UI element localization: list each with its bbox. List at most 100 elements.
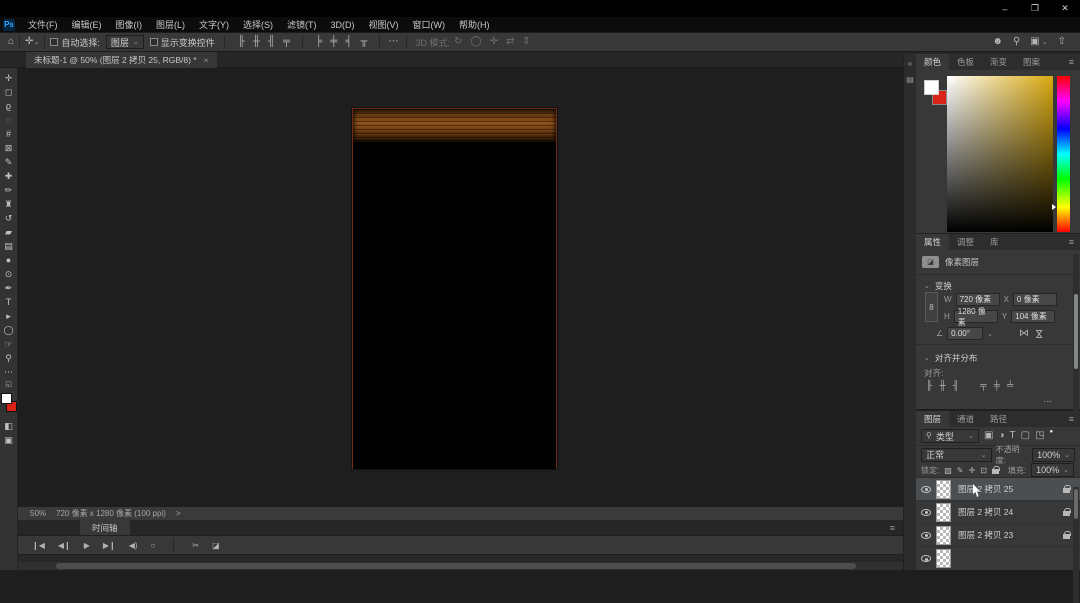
canvas-workspace[interactable]	[18, 68, 903, 506]
document-tab[interactable]: 未标题-1 @ 50% (图层 2 拷贝 25, RGB/8) * ×	[26, 52, 217, 68]
layer-thumbnail[interactable]	[936, 503, 951, 522]
distribute-right-icon[interactable]: ╡	[345, 37, 352, 47]
lock-pixels-icon[interactable]: ✎	[957, 466, 964, 475]
more-options-icon[interactable]: ⋯	[388, 37, 398, 47]
more-tools-icon[interactable]: ⋯	[2, 366, 16, 378]
eyedropper-tool[interactable]: ✎	[2, 156, 16, 168]
filter-type-icon[interactable]: T	[1010, 431, 1016, 441]
transition-button[interactable]: ◪	[212, 541, 220, 550]
layer-row[interactable]: 图层 2 拷贝 24	[916, 501, 1080, 524]
y-field[interactable]: 104 像素	[1011, 310, 1055, 323]
tab-channels[interactable]: 通道	[949, 411, 982, 427]
visibility-eye-icon[interactable]	[921, 555, 931, 562]
filter-pixel-icon[interactable]: ▣	[984, 431, 993, 441]
foreground-color-swatch[interactable]	[1, 393, 12, 404]
layer-thumbnail[interactable]	[936, 526, 951, 545]
filter-adjustment-icon[interactable]: ◑	[998, 431, 1004, 441]
tab-layers[interactable]: 图层	[916, 411, 949, 427]
width-field[interactable]: 720 像素	[956, 293, 1000, 306]
lock-position-icon[interactable]: ✛	[969, 466, 976, 475]
layer-row[interactable]	[916, 547, 1080, 570]
layer-name[interactable]: 图层 2 拷贝 25	[958, 483, 1013, 495]
filter-shape-icon[interactable]: ▢	[1021, 431, 1030, 441]
auto-select-dropdown[interactable]: 图层 ⌄	[106, 35, 144, 49]
show-transform-checkbox[interactable]	[150, 38, 158, 46]
expand-panels-icon[interactable]: «	[908, 60, 912, 68]
panel-menu-icon[interactable]: ≡	[1069, 414, 1074, 424]
auto-select-checkbox[interactable]	[50, 38, 58, 46]
chevron-down-icon[interactable]: ⌄	[987, 330, 993, 338]
tab-timeline[interactable]: 时间轴	[80, 520, 130, 535]
mute-audio-button[interactable]: ◀)	[129, 541, 138, 550]
align-bottom-icon[interactable]: ╧	[1007, 380, 1013, 390]
visibility-eye-icon[interactable]	[921, 532, 931, 539]
spot-healing-tool[interactable]: ✚	[2, 170, 16, 182]
properties-scrollbar-thumb[interactable]	[1074, 294, 1078, 369]
layer-name[interactable]: 图层 2 拷贝 23	[958, 529, 1013, 541]
quick-select-tool[interactable]: ◌	[2, 114, 16, 126]
panel-menu-icon[interactable]: ≡	[1069, 237, 1074, 247]
brush-tool[interactable]: ✏	[2, 184, 16, 196]
playback-options-button[interactable]: ○	[151, 541, 156, 550]
timeline-scrollbar[interactable]	[18, 562, 903, 570]
quick-mask-icon[interactable]: ◧	[2, 420, 16, 432]
goto-first-frame-button[interactable]: ❙◀	[32, 541, 45, 550]
filter-toggle-icon[interactable]: ●	[1050, 429, 1054, 435]
zoom-tool[interactable]: ⚲	[2, 352, 16, 364]
link-dimensions-icon[interactable]: 8	[925, 292, 938, 322]
tab-swatches[interactable]: 色板	[949, 54, 982, 70]
align-center-h-icon[interactable]: ╫	[253, 37, 260, 47]
menu-select[interactable]: 选择(S)	[236, 17, 280, 32]
visibility-eye-icon[interactable]	[921, 509, 931, 516]
zoom-level[interactable]: 50%	[30, 509, 46, 518]
menu-layer[interactable]: 图层(L)	[149, 17, 192, 32]
shape-tool[interactable]: ◯	[2, 324, 16, 336]
workspace-switcher[interactable]: ▣ ⌄	[1030, 37, 1047, 47]
distribute-left-icon[interactable]: ╞	[315, 37, 322, 47]
layer-row[interactable]: 图层 2 拷贝 25	[916, 478, 1080, 501]
timeline-scrollbar-thumb[interactable]	[56, 563, 856, 569]
goto-previous-frame-button[interactable]: ◀❙	[58, 541, 71, 550]
hue-slider[interactable]	[1057, 76, 1070, 232]
play-button[interactable]: ▶	[84, 541, 90, 550]
menu-help[interactable]: 帮助(H)	[452, 17, 497, 32]
visibility-eye-icon[interactable]	[921, 486, 931, 493]
layer-name[interactable]: 图层 2 拷贝 24	[958, 506, 1013, 518]
menu-edit[interactable]: 编辑(E)	[65, 17, 109, 32]
flip-vertical-icon[interactable]: ⋈	[1033, 329, 1043, 339]
menu-filter[interactable]: 滤镜(T)	[280, 17, 324, 32]
search-icon[interactable]: ⚲	[1013, 37, 1020, 47]
dodge-tool[interactable]: ⊙	[2, 268, 16, 280]
timeline-menu-icon[interactable]: ≡	[890, 523, 895, 533]
tab-patterns[interactable]: 图案	[1015, 54, 1048, 70]
fill-dropdown[interactable]: 100% ⌄	[1031, 463, 1074, 477]
status-arrow-icon[interactable]: >	[176, 509, 181, 518]
lasso-tool[interactable]: ϱ	[2, 100, 16, 112]
clone-stamp-tool[interactable]: ♜	[2, 198, 16, 210]
type-tool[interactable]: T	[2, 296, 16, 308]
path-select-tool[interactable]: ▸	[2, 310, 16, 322]
blend-mode-dropdown[interactable]: 正常 ⌄	[921, 448, 992, 462]
hue-slider-arrow-icon[interactable]	[1052, 204, 1056, 210]
lock-artboard-icon[interactable]: ⊡	[980, 466, 987, 475]
color-picker-marker[interactable]	[949, 78, 954, 83]
align-right-icon[interactable]: ╢	[953, 380, 959, 390]
share-icon[interactable]: ⇧	[1058, 37, 1066, 47]
tab-color[interactable]: 颜色	[916, 54, 949, 70]
tab-gradients[interactable]: 渐变	[982, 54, 1015, 70]
hand-tool[interactable]: ☞	[2, 338, 16, 350]
eraser-tool[interactable]: ▰	[2, 226, 16, 238]
align-top-icon[interactable]: ╤	[283, 37, 290, 47]
gradient-tool[interactable]: ▤	[2, 240, 16, 252]
split-clip-button[interactable]: ✂	[192, 541, 199, 550]
tab-paths[interactable]: 路径	[982, 411, 1015, 427]
height-field[interactable]: 1280 像素	[954, 310, 998, 323]
tab-close-icon[interactable]: ×	[204, 55, 209, 65]
pen-tool[interactable]: ✒	[2, 282, 16, 294]
layer-thumbnail[interactable]	[936, 549, 951, 568]
account-icon[interactable]: ☻	[992, 37, 1003, 47]
opacity-dropdown[interactable]: 100% ⌄	[1032, 448, 1075, 462]
goto-next-frame-button[interactable]: ▶❙	[103, 541, 116, 550]
filter-kind-dropdown[interactable]: ⚲ 类型 ⌄	[921, 429, 979, 443]
collapsed-panel-icon[interactable]: ▤	[906, 76, 914, 84]
